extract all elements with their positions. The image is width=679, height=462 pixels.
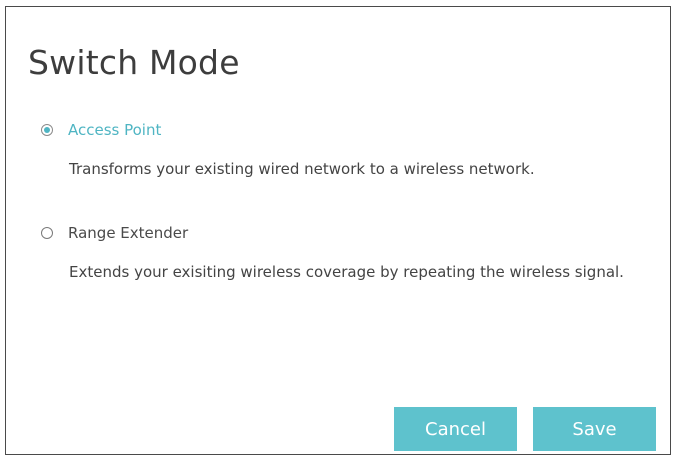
access-point-label[interactable]: Access Point <box>68 121 161 139</box>
range-extender-option[interactable]: Range Extender <box>41 224 188 242</box>
save-button[interactable]: Save <box>533 407 656 451</box>
access-point-radio[interactable] <box>41 124 53 136</box>
range-extender-description: Extends your exisiting wireless coverage… <box>69 263 624 281</box>
access-point-description: Transforms your existing wired network t… <box>69 160 535 178</box>
range-extender-radio[interactable] <box>41 227 53 239</box>
range-extender-label[interactable]: Range Extender <box>68 224 188 242</box>
access-point-option[interactable]: Access Point <box>41 121 161 139</box>
cancel-button[interactable]: Cancel <box>394 407 517 451</box>
dialog-title: Switch Mode <box>28 43 240 82</box>
switch-mode-dialog: Switch Mode Access Point Transforms your… <box>5 6 671 455</box>
